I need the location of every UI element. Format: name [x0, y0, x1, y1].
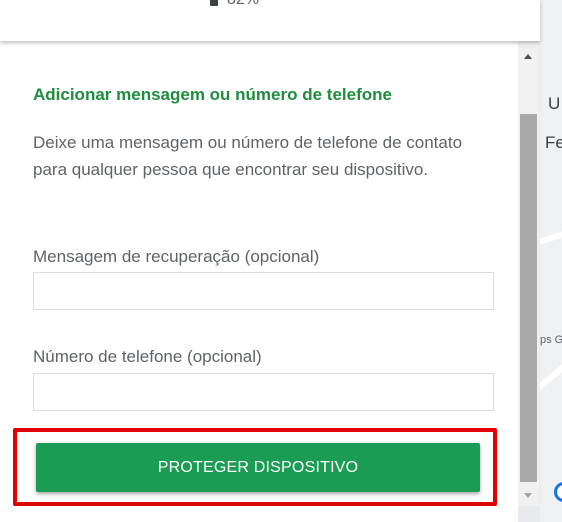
- recovery-message-input[interactable]: [33, 272, 494, 310]
- map-label: Fe: [545, 133, 562, 152]
- map-label: U: [548, 94, 561, 113]
- map-label: ps G: [540, 334, 562, 346]
- battery-level: 82%: [227, 0, 259, 9]
- scroll-thumb[interactable]: [520, 114, 537, 482]
- map-background[interactable]: U Fe ps G: [540, 0, 562, 522]
- map-road: [540, 360, 562, 398]
- scroll-down-arrow-icon[interactable]: [524, 493, 532, 498]
- phone-number-input[interactable]: [33, 373, 494, 411]
- battery-status: 82%: [210, 0, 259, 9]
- panel-scrollbar[interactable]: [518, 41, 539, 506]
- device-info-header: 82%: [0, 0, 540, 41]
- map-road: [540, 223, 562, 248]
- recovery-message-label: Mensagem de recuperação (opcional): [33, 247, 320, 266]
- scroll-up-arrow-icon[interactable]: [524, 54, 532, 59]
- map-location-icon: [554, 482, 562, 502]
- secure-device-panel: Adicionar mensagem ou número de telefone…: [0, 41, 518, 522]
- section-description: Deixe uma mensagem ou número de telefone…: [33, 133, 463, 179]
- section-title: Adicionar mensagem ou número de telefone: [33, 85, 392, 104]
- protect-device-button[interactable]: PROTEGER DISPOSITIVO: [36, 443, 480, 492]
- battery-icon: [210, 0, 218, 6]
- phone-number-label: Número de telefone (opcional): [33, 347, 262, 366]
